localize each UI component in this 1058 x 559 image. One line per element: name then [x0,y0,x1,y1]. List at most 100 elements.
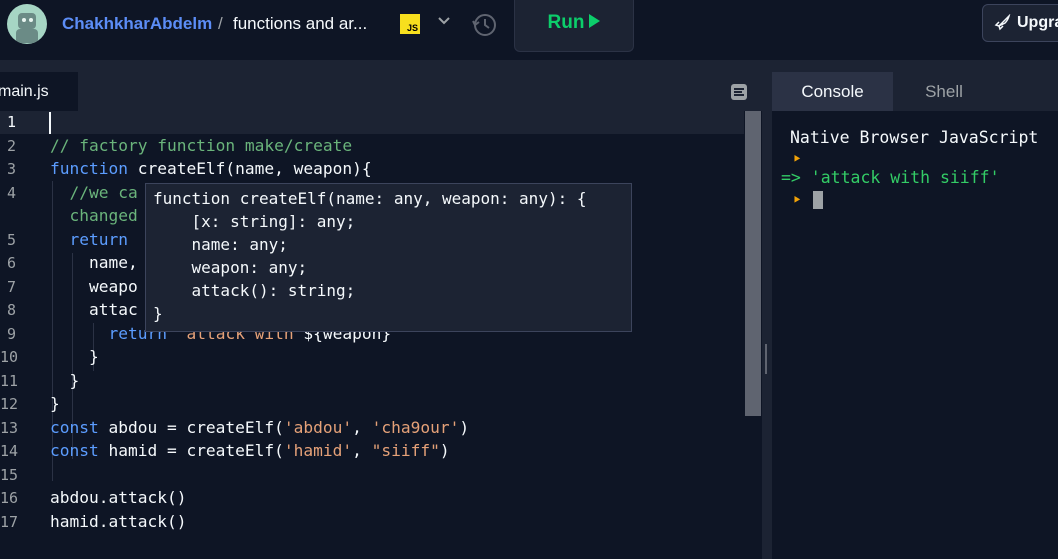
prompt-icon: ⯈ [792,152,802,166]
format-code-icon[interactable] [730,83,748,101]
line-number: 11 [0,371,19,390]
code-token: , [352,417,372,437]
code-line: name, [50,253,138,272]
code-line: attac [50,300,138,319]
line-number: 4 [6,183,16,202]
code-line: changed [50,206,138,225]
code-token: 'cha9our' [371,417,460,437]
repl-name[interactable]: functions and ar... [233,14,367,34]
line-number: 15 [0,465,19,484]
code-token: } [50,347,99,366]
line-number: 13 [0,418,19,437]
line-number: 12 [0,395,19,413]
code-token: ) [459,417,470,437]
code-token: const [50,441,99,460]
line-number: 3 [6,160,16,178]
code-line: } [50,347,99,366]
line-number: 5 [6,230,16,249]
code-token: "siiff" [371,441,440,460]
line-number: 6 [6,254,16,272]
console-output: => 'attack with siiff' [781,168,1000,187]
code-line: const abdou = createElf('abdou', 'cha9ou… [50,418,469,437]
line-number: 14 [0,442,19,460]
tab-main-js[interactable]: main.js [0,72,78,111]
console-input-caret[interactable] [813,191,823,209]
code-token: changed [50,206,138,225]
run-label: Run [547,12,585,33]
run-button[interactable]: Run [514,0,634,52]
code-line: } [50,394,60,413]
tooltip-line: } [153,304,163,323]
current-line-highlight [0,111,744,134]
code-line: const hamid = createElf('hamid', "siiff"… [50,441,450,460]
code-token: } [50,370,80,390]
code-token: // factory function make/create [50,135,353,155]
line-number: 1 [6,113,16,131]
line-number: 10 [0,348,19,366]
user-avatar[interactable] [7,4,47,44]
console-panel[interactable]: Native Browser JavaScript ⯈ => 'attack w… [772,111,1058,559]
code-line: function createElf(name, weapon){ [50,159,372,178]
code-token: weapo [50,276,138,296]
upgrade-label: Upgrade [1017,14,1058,31]
console-tab-bar: Console Shell [772,62,1058,111]
line-number: 7 [6,277,16,296]
code-token: abdou = createElf( [98,417,284,437]
code-editor[interactable]: 1 2// factory function make/create 3 functi… [0,111,762,559]
tooltip-line: attack(): string; [153,281,356,300]
tab-console[interactable]: Console [772,72,893,111]
upgrade-button[interactable]: Upgrade [982,4,1058,42]
tab-shell[interactable]: Shell [896,72,992,111]
play-icon [589,14,601,28]
editor-scrollbar[interactable] [745,111,761,416]
history-icon[interactable] [471,11,499,39]
robot-eye-left [22,18,26,22]
code-token: //we ca [50,182,138,202]
breadcrumb-separator: / [218,14,223,33]
code-token: createElf(name, weapon){ [127,159,372,178]
splitter-handle[interactable] [765,344,767,374]
code-token: const [50,417,99,437]
rocket-icon [994,14,1011,31]
code-token: } [50,394,60,413]
type-hint-tooltip: function createElf(name: any, weapon: an… [145,183,632,332]
line-number: 16 [0,489,19,507]
javascript-language-icon[interactable]: JS [400,14,420,34]
line-number: 8 [6,301,16,319]
code-token: ) [439,441,450,460]
code-token: function [50,159,128,178]
tooltip-line: [x: string]: any; [153,212,356,231]
line-number: 9 [6,324,16,343]
tooltip-line: name: any; [153,235,288,254]
code-token: name, [50,253,138,272]
console-header: Native Browser JavaScript [790,128,1039,147]
code-line: abdou.attack() [50,488,186,507]
code-line: return [50,230,128,249]
text-cursor [49,112,51,134]
robot-eye-right [29,18,33,22]
pane-splitter[interactable] [762,62,772,559]
code-token: return [69,229,128,249]
code-line: } [50,371,79,390]
code-token: hamid.attack() [50,511,187,531]
code-token: hamid = createElf( [98,441,284,460]
code-token: 'hamid' [283,441,353,460]
line-number: 2 [6,136,16,155]
code-line: hamid.attack() [50,512,186,531]
prompt-icon: ⯈ [792,193,802,207]
tooltip-line: function createElf(name: any, weapon: an… [153,189,587,208]
language-badge-label: JS [406,23,418,33]
code-line: weapo [50,277,138,296]
repl-owner-link[interactable]: ChakhkharAbdelm [62,14,212,34]
code-token: abdou.attack() [50,488,187,507]
robot-body-icon [16,29,38,43]
robot-head-icon [18,13,36,29]
editor-tab-bar: main.js [0,62,762,111]
line-number: 17 [0,512,19,531]
file-tab-label: main.js [0,83,49,100]
code-token: 'abdou' [283,417,353,437]
chevron-down-icon[interactable] [437,13,451,29]
top-bar: ChakhkharAbdelm / functions and ar... JS… [0,0,1058,61]
